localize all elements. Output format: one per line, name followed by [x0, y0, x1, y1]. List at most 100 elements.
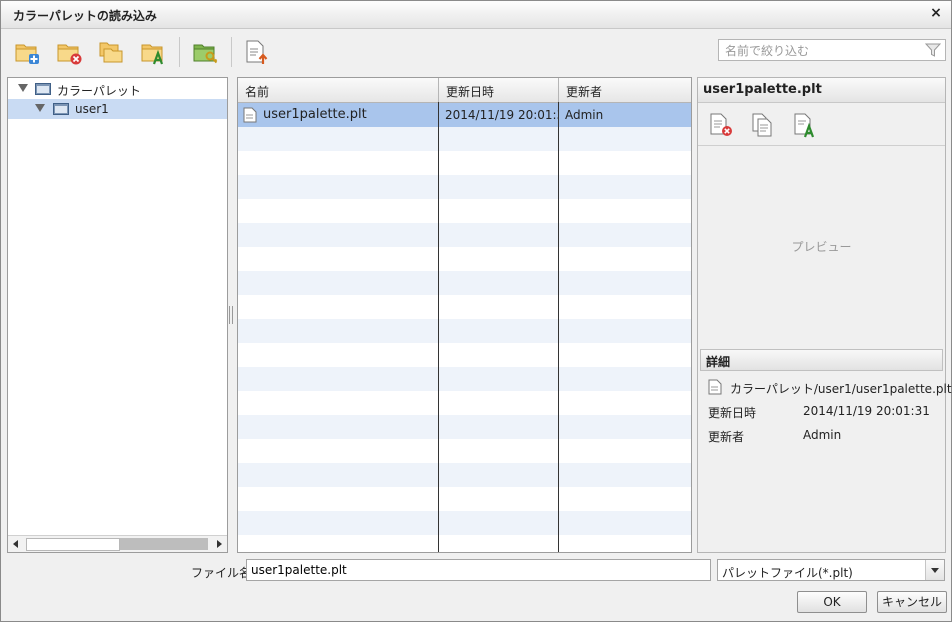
- scroll-thumb[interactable]: [120, 538, 208, 550]
- table-row[interactable]: user1palette.plt 2014/11/19 20:01:31 Adm…: [238, 103, 691, 127]
- filename-input[interactable]: [246, 559, 711, 581]
- horizontal-scrollbar[interactable]: [8, 535, 227, 552]
- copy-folder-button[interactable]: [97, 38, 125, 66]
- toolbar-separator: [179, 37, 180, 67]
- empty-row: [238, 511, 691, 535]
- filename-label: ファイル名: [191, 566, 252, 580]
- title-bar[interactable]: カラーパレットの読み込み ×: [1, 1, 951, 29]
- filetype-value: パレットファイル(*.plt): [722, 566, 853, 580]
- empty-row: [238, 271, 691, 295]
- info-path-text: カラーパレット/user1/user1palette.plt: [730, 382, 952, 396]
- new-folder-icon: [15, 44, 39, 64]
- column-header-updater[interactable]: 更新者: [559, 78, 691, 102]
- column-divider: [558, 102, 559, 552]
- empty-row: [238, 463, 691, 487]
- column-label: 更新日時: [446, 85, 495, 99]
- toolbar-separator: [231, 37, 232, 67]
- expand-arrow-icon[interactable]: [18, 84, 28, 92]
- empty-row: [238, 295, 691, 319]
- empty-row: [238, 151, 691, 175]
- folder-tree: カラーパレット user1: [7, 77, 228, 553]
- empty-row: [238, 343, 691, 367]
- empty-row: [238, 319, 691, 343]
- folder-permission-icon: [193, 44, 218, 64]
- close-icon[interactable]: ×: [927, 4, 945, 22]
- detail-divider: [698, 145, 945, 146]
- toolbar: [1, 29, 951, 71]
- column-header-name[interactable]: 名前: [238, 78, 439, 102]
- folder-icon: [35, 83, 51, 95]
- cancel-button[interactable]: キャンセル: [877, 591, 947, 613]
- empty-row: [238, 487, 691, 511]
- dialog-title: カラーパレットの読み込み: [13, 9, 157, 23]
- column-divider: [438, 102, 439, 552]
- info-updated-label: 更新日時: [708, 406, 757, 420]
- copy-file-icon: [752, 113, 772, 137]
- empty-row: [238, 535, 691, 552]
- new-folder-button[interactable]: [13, 38, 41, 66]
- info-path: カラーパレット/user1/user1palette.plt: [708, 379, 952, 397]
- copy-folder-icon: [99, 42, 123, 63]
- empty-row: [238, 415, 691, 439]
- detail-panel: user1palette.plt プレビュー 詳細 カラーパレット/user1/…: [697, 77, 952, 553]
- empty-row: [238, 391, 691, 415]
- rename-folder-button[interactable]: [139, 38, 167, 66]
- empty-row: [238, 367, 691, 391]
- detail-title: user1palette.plt: [703, 82, 822, 97]
- column-label: 更新者: [566, 85, 603, 99]
- empty-row: [238, 199, 691, 223]
- tree-item-color-palette[interactable]: カラーパレット: [8, 79, 227, 99]
- file-updater: Admin: [565, 108, 604, 122]
- file-updated: 2014/11/19 20:01:31: [445, 108, 558, 122]
- list-header: 名前 更新日時 更新者: [238, 78, 691, 103]
- file-icon: [708, 379, 722, 395]
- delete-folder-icon: [57, 44, 82, 65]
- ok-button[interactable]: OK: [797, 591, 867, 613]
- file-name: user1palette.plt: [263, 107, 367, 122]
- scroll-right-icon[interactable]: [211, 536, 227, 552]
- info-header: 詳細: [700, 349, 943, 371]
- column-header-updated[interactable]: 更新日時: [439, 78, 559, 102]
- file-list: 名前 更新日時 更新者 user1palette.plt 2014/11/19 …: [237, 77, 692, 553]
- scroll-track[interactable]: [26, 538, 120, 551]
- splitter-handle[interactable]: [228, 306, 234, 324]
- cell-updated: 2014/11/19 20:01:31: [439, 103, 558, 127]
- filter-icon[interactable]: [925, 42, 941, 58]
- upload-file-button[interactable]: [243, 38, 271, 66]
- scroll-left-icon[interactable]: [8, 536, 24, 552]
- load-palette-dialog: カラーパレットの読み込み × 名前で絞り込む カラーパレット user1 名前 …: [0, 0, 952, 622]
- detail-title-bar: user1palette.plt: [698, 78, 945, 103]
- rename-folder-icon: [141, 44, 164, 65]
- chevron-down-icon[interactable]: [925, 560, 944, 580]
- cell-updater: Admin: [559, 103, 689, 127]
- upload-file-icon: [246, 40, 268, 64]
- delete-file-icon: [710, 113, 732, 136]
- folder-permission-button[interactable]: [191, 38, 219, 66]
- delete-folder-button[interactable]: [55, 38, 83, 66]
- info-updater-value: Admin: [803, 428, 842, 442]
- copy-file-button[interactable]: [750, 112, 776, 138]
- empty-row: [238, 439, 691, 463]
- tree-item-label: カラーパレット: [57, 84, 141, 98]
- empty-row: [238, 127, 691, 151]
- rename-file-icon: [794, 113, 815, 138]
- expand-arrow-icon[interactable]: [35, 104, 45, 112]
- filetype-select[interactable]: パレットファイル(*.plt): [717, 559, 945, 581]
- preview-area: プレビュー: [791, 240, 852, 254]
- info-updater-label: 更新者: [708, 430, 745, 444]
- empty-row: [238, 223, 691, 247]
- rename-file-button[interactable]: [792, 112, 818, 138]
- tree-item-user1[interactable]: user1: [8, 99, 227, 119]
- tree-item-label: user1: [75, 102, 109, 116]
- info-header-label: 詳細: [706, 355, 731, 369]
- column-label: 名前: [245, 85, 270, 99]
- info-updated-value: 2014/11/19 20:01:31: [803, 404, 930, 418]
- file-icon: [243, 107, 257, 123]
- filter-box: [718, 39, 946, 61]
- empty-row: [238, 247, 691, 271]
- filter-input[interactable]: [723, 42, 923, 60]
- empty-row: [238, 175, 691, 199]
- folder-icon: [53, 103, 69, 115]
- delete-file-button[interactable]: [708, 112, 734, 138]
- cell-name: user1palette.plt: [238, 103, 439, 127]
